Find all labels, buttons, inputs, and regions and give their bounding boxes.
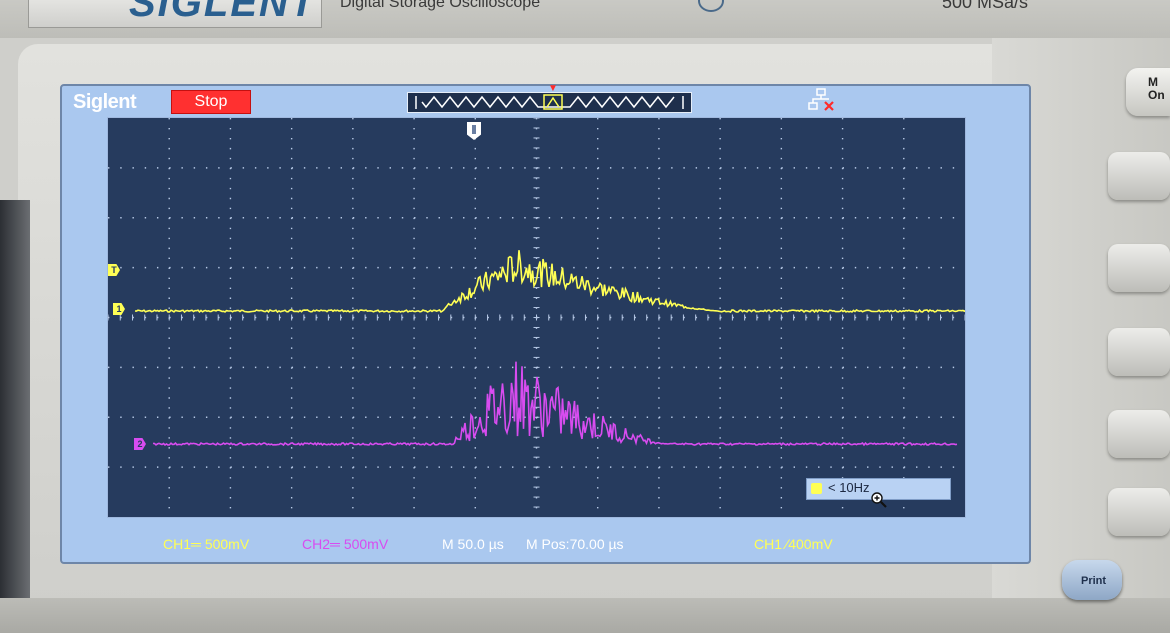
frequency-channel-icon [811, 483, 822, 494]
soft-button-2[interactable] [1108, 244, 1170, 292]
brand-box: SIGLENT [28, 0, 322, 28]
ch1-waveform [134, 250, 965, 314]
run-status-badge: Stop [171, 90, 251, 114]
screen-logo: Siglent [73, 91, 137, 113]
ch1-scale-label: CH1═ 500mV [163, 536, 250, 552]
device-description: Digital Storage Oscilloscope [340, 0, 541, 11]
frequency-readout: < 10Hz [828, 480, 870, 495]
brand-logo: SIGLENT [129, 0, 317, 25]
horizontal-position-label: M Pos:70.00 µs [526, 536, 624, 552]
zoom-cursor-icon [871, 492, 887, 508]
waveform-grid [107, 117, 966, 518]
print-label: Print [1081, 575, 1107, 587]
soft-button-3[interactable] [1108, 328, 1170, 376]
soft-button-5[interactable] [1108, 488, 1170, 536]
ch2-scale-label: CH2═ 500mV [302, 536, 389, 552]
sample-rate-label: 500 MSa/s [942, 0, 1029, 12]
memory-depth-bar [407, 92, 692, 113]
cable-shadow [0, 200, 30, 633]
network-icon [808, 88, 834, 111]
memory-waveform-preview [415, 94, 684, 110]
ch2-waveform [152, 361, 958, 447]
timebase-label: M 50.0 µs [442, 536, 504, 552]
soft-button-1[interactable] [1108, 152, 1170, 200]
memory-trigger-marker: ▼ [548, 83, 558, 94]
waveform-canvas [108, 118, 965, 517]
soft-button-4[interactable] [1108, 410, 1170, 458]
instrument-bottom-strip [0, 598, 1170, 633]
menu-on-off-label: M On [1148, 75, 1165, 102]
trigger-setting-label: CH1 ⁄400mV [754, 536, 833, 552]
